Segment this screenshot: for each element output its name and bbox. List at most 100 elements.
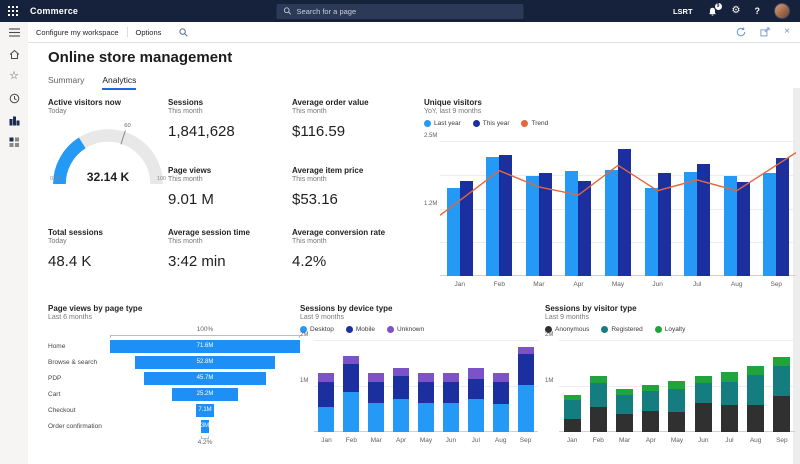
help-icon[interactable]: ? xyxy=(755,6,761,16)
hamburger-menu-icon[interactable] xyxy=(7,26,21,39)
options-button[interactable]: Options xyxy=(128,22,170,42)
stacked-bar-chart: 2M1MJanFebMarAprMayJunJulAugSep xyxy=(545,340,795,444)
kpi-tile-average-item-price[interactable]: Average item price This month $53.16 xyxy=(292,166,404,208)
bar-segment xyxy=(518,354,534,385)
bar-segment xyxy=(668,412,685,432)
legend-label: Loyalty xyxy=(665,326,686,333)
kpi-label: Sessions xyxy=(168,98,280,107)
bar-slot xyxy=(716,340,742,432)
legend-dot xyxy=(655,326,662,333)
app-launcher-icon[interactable] xyxy=(0,0,26,22)
kpi-tile-average-order-value[interactable]: Average order value This month $116.59 xyxy=(292,98,404,140)
bar-segment xyxy=(747,405,764,432)
stacked-bar xyxy=(721,372,738,432)
bar-segment xyxy=(616,414,633,432)
kpi-tile-average-session-time[interactable]: Average session time This month 3:42 min xyxy=(168,228,280,270)
funnel-row: Checkout7.1M xyxy=(48,402,300,418)
toolbar-search-button[interactable] xyxy=(179,28,188,37)
bar-segment xyxy=(443,373,459,382)
close-button[interactable]: × xyxy=(784,27,790,37)
bar-segment xyxy=(518,385,534,432)
search-icon xyxy=(179,28,188,37)
bar-segment xyxy=(468,379,484,400)
home-icon[interactable] xyxy=(7,48,21,61)
funnel-category-label: Cart xyxy=(48,391,110,398)
legend-label: Last year xyxy=(434,120,461,127)
bar-segment xyxy=(443,382,459,403)
x-tick-label: Feb xyxy=(480,281,520,288)
recent-clock-icon[interactable] xyxy=(7,92,21,105)
kpi-tile-page-views[interactable]: Page views This month 9.01 M xyxy=(168,166,280,208)
x-tick-label: Sep xyxy=(769,437,795,444)
funnel-bar-zone: 45.7M xyxy=(110,372,300,385)
x-tick-label: Jan xyxy=(559,437,585,444)
user-avatar[interactable] xyxy=(774,3,790,19)
stacked-bar xyxy=(668,381,685,432)
funnel-row: Home71.6M xyxy=(48,338,300,354)
x-tick-label: Jul xyxy=(716,437,742,444)
x-axis-labels: JanFebMarAprMayJunJulAugSep xyxy=(559,432,795,444)
stacked-bar xyxy=(695,376,712,432)
funnel-value-label: 7.1M xyxy=(198,407,211,413)
kpi-value: 4.2% xyxy=(292,253,404,270)
open-in-new-window-button[interactable] xyxy=(760,27,770,37)
waffle-icon xyxy=(8,6,18,16)
funnel-bar-zone: 71.6M xyxy=(110,340,300,353)
chart-subtitle: Last 9 months xyxy=(300,314,538,321)
stacked-bar xyxy=(443,373,459,432)
app-name[interactable]: Commerce xyxy=(30,6,78,16)
popout-icon xyxy=(760,27,770,37)
bar-segment xyxy=(343,392,359,432)
kpi-tile-total-sessions[interactable]: Total sessions Today 48.4 K xyxy=(48,228,160,270)
global-search-box[interactable]: Search for a page xyxy=(277,4,524,19)
bar-slot xyxy=(559,340,585,432)
stacked-bar xyxy=(616,389,633,432)
configure-workspace-button[interactable]: Configure my workspace xyxy=(28,22,127,42)
funnel-value-label: 45.7M xyxy=(197,375,214,381)
bar-segment xyxy=(368,373,384,382)
funnel-top-bracket: 100% xyxy=(48,326,300,338)
bar-slot xyxy=(314,340,339,432)
funnel-top-zone: 100% xyxy=(110,326,300,338)
bar-segment xyxy=(318,373,334,382)
bar-segment xyxy=(773,357,790,366)
chart-title: Sessions by visitor type xyxy=(545,304,795,313)
funnel-category-label: Order confirmation xyxy=(48,423,110,430)
bar-segment xyxy=(642,391,659,411)
chart-legend: AnonymousRegisteredLoyalty xyxy=(545,326,795,333)
modules-grid-icon[interactable] xyxy=(7,136,21,149)
refresh-button[interactable] xyxy=(736,27,746,37)
gauge-max-label: 100 xyxy=(157,176,166,182)
environment-label[interactable]: LSRT xyxy=(673,7,693,16)
bar-segment xyxy=(590,407,607,432)
workspace-chart-icon[interactable] xyxy=(7,114,21,127)
refresh-icon xyxy=(736,27,746,37)
chart-legend: DesktopMobileUnknown xyxy=(300,326,538,333)
tab-analytics[interactable]: Analytics xyxy=(102,75,136,90)
tab-summary[interactable]: Summary xyxy=(48,75,84,90)
bar-segment xyxy=(773,396,790,432)
kpi-sublabel: This month xyxy=(292,108,404,115)
legend-dot xyxy=(346,326,353,333)
notifications-button[interactable]: 9 xyxy=(707,6,718,17)
bar-slot xyxy=(513,340,538,432)
gauge-value: 32.14 K xyxy=(87,170,130,184)
legend-dot xyxy=(601,326,608,333)
settings-gear-icon[interactable]: ⚙ xyxy=(732,6,741,16)
funnel-category-label: Browse & search xyxy=(48,359,110,366)
kpi-tile-average-conversion-rate[interactable]: Average conversion rate This month 4.2% xyxy=(292,228,404,270)
top-app-bar: Commerce Search for a page LSRT 9 ⚙ ? xyxy=(0,0,800,22)
stacked-bar xyxy=(493,373,509,432)
bar-segment xyxy=(590,376,607,383)
kpi-value: 1,841,628 xyxy=(168,123,280,140)
funnel-bar: 3M xyxy=(201,420,209,433)
kpi-sublabel: This month xyxy=(168,238,280,245)
kpi-tile-active-visitors[interactable]: Active visitors now Today 60 32.14 K 0.0… xyxy=(48,98,176,182)
kpi-value: $116.59 xyxy=(292,123,404,140)
search-icon xyxy=(284,7,292,15)
kpi-value: $53.16 xyxy=(292,191,404,208)
kpi-tile-sessions[interactable]: Sessions This month 1,841,628 xyxy=(168,98,280,140)
favorites-star-icon[interactable]: ☆ xyxy=(7,70,21,83)
funnel-bottom-zone: 4.2% xyxy=(110,434,300,446)
gauge-min-label: 0.00 xyxy=(50,176,61,182)
